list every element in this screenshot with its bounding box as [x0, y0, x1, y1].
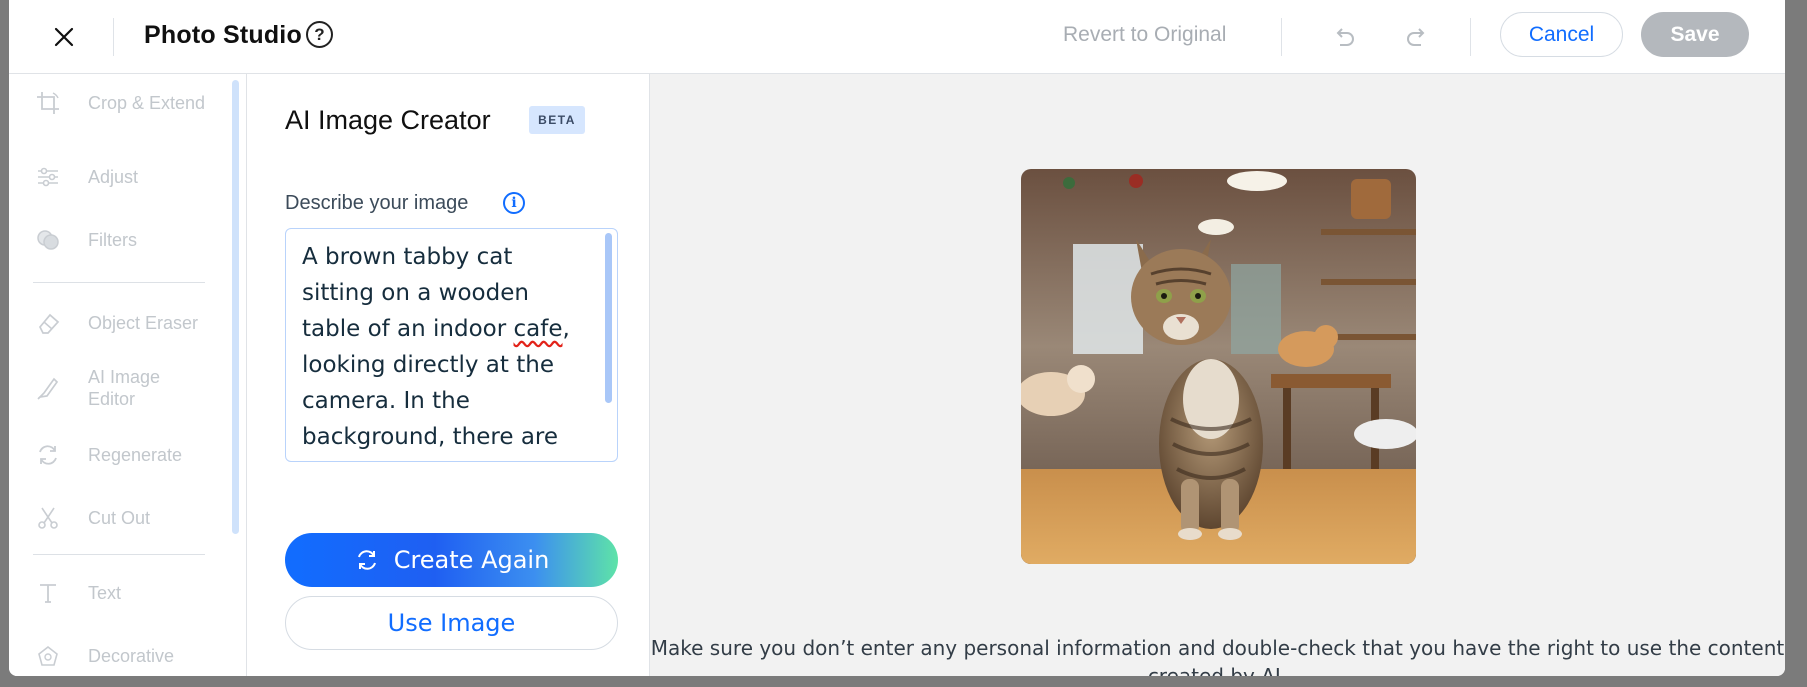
decorative-icon — [33, 641, 63, 671]
textarea-scrollbar[interactable] — [605, 233, 612, 403]
generated-image[interactable] — [1021, 169, 1416, 564]
tool-ai-image-editor[interactable]: AI Image Editor — [33, 366, 223, 410]
ai-image-creator-panel: AI Image Creator BETA Describe your imag… — [247, 74, 650, 676]
cat-photo — [1021, 169, 1416, 564]
create-again-label: Create Again — [393, 546, 550, 574]
misspelled-word: cafe — [513, 316, 563, 342]
sliders-icon — [33, 162, 63, 192]
filters-icon — [33, 225, 63, 255]
ai-disclaimer: Make sure you don’t enter any personal i… — [650, 636, 1785, 676]
tools-divider — [33, 282, 205, 283]
close-icon — [54, 27, 74, 47]
tool-cut-out[interactable]: Cut Out — [33, 503, 223, 533]
header-divider — [1470, 18, 1471, 56]
header-divider — [1281, 18, 1282, 56]
refresh-icon — [354, 547, 380, 573]
tool-label: Crop & Extend — [88, 93, 206, 113]
revert-to-original-button[interactable]: Revert to Original — [1063, 23, 1226, 47]
image-preview-area: Make sure you don’t enter any personal i… — [650, 74, 1785, 676]
describe-image-label: Describe your image — [285, 192, 469, 214]
tools-divider — [33, 554, 205, 555]
undo-button[interactable] — [1325, 18, 1363, 56]
beta-badge: BETA — [529, 106, 585, 134]
tool-regenerate[interactable]: Regenerate — [33, 440, 223, 470]
tools-sidebar: Crop & Extend Adjust Filters Object Eras… — [9, 74, 247, 676]
redo-button[interactable] — [1398, 18, 1436, 56]
crop-extend-icon — [33, 88, 63, 118]
tool-label: AI Image Editor — [88, 367, 161, 409]
help-icon[interactable]: ? — [306, 21, 333, 48]
close-button[interactable] — [47, 20, 81, 54]
tool-crop-extend[interactable]: Crop & Extend — [33, 88, 223, 118]
tool-label: Text — [88, 583, 122, 603]
save-button[interactable]: Save — [1641, 12, 1749, 57]
eraser-icon — [33, 308, 63, 338]
tool-label: Decorative — [88, 646, 175, 666]
undo-icon — [1336, 28, 1354, 46]
ai-brush-icon — [33, 373, 63, 403]
tool-label: Filters — [88, 230, 137, 250]
tool-adjust[interactable]: Adjust — [33, 162, 223, 192]
tool-decorative[interactable]: Decorative — [33, 641, 223, 671]
tool-filters[interactable]: Filters — [33, 225, 223, 255]
tool-label: Regenerate — [88, 445, 183, 465]
photo-studio-modal: Photo Studio ? Revert to Original Cancel… — [9, 0, 1785, 676]
panel-title: AI Image Creator — [285, 105, 491, 135]
tool-text[interactable]: Text — [33, 578, 223, 608]
header-bar: Photo Studio ? Revert to Original Cancel… — [9, 0, 1785, 74]
tool-object-eraser[interactable]: Object Eraser — [33, 308, 223, 338]
prompt-text: A brown tabby cat sitting on a wooden ta… — [302, 244, 529, 342]
sidebar-scrollbar[interactable] — [232, 80, 239, 534]
scissors-icon — [33, 503, 63, 533]
info-icon[interactable]: i — [503, 192, 525, 214]
use-image-button[interactable]: Use Image — [285, 596, 618, 650]
tool-label: Object Eraser — [88, 313, 199, 333]
cancel-button[interactable]: Cancel — [1500, 12, 1623, 57]
create-again-button[interactable]: Create Again — [285, 533, 618, 587]
regenerate-icon — [33, 440, 63, 470]
page-title: Photo Studio — [144, 21, 302, 49]
tool-label: Adjust — [88, 167, 139, 187]
redo-icon — [1407, 28, 1425, 46]
header-divider — [113, 18, 114, 56]
text-icon — [33, 578, 63, 608]
prompt-textarea[interactable]: A brown tabby cat sitting on a wooden ta… — [285, 228, 618, 462]
tool-label: Cut Out — [88, 508, 151, 528]
